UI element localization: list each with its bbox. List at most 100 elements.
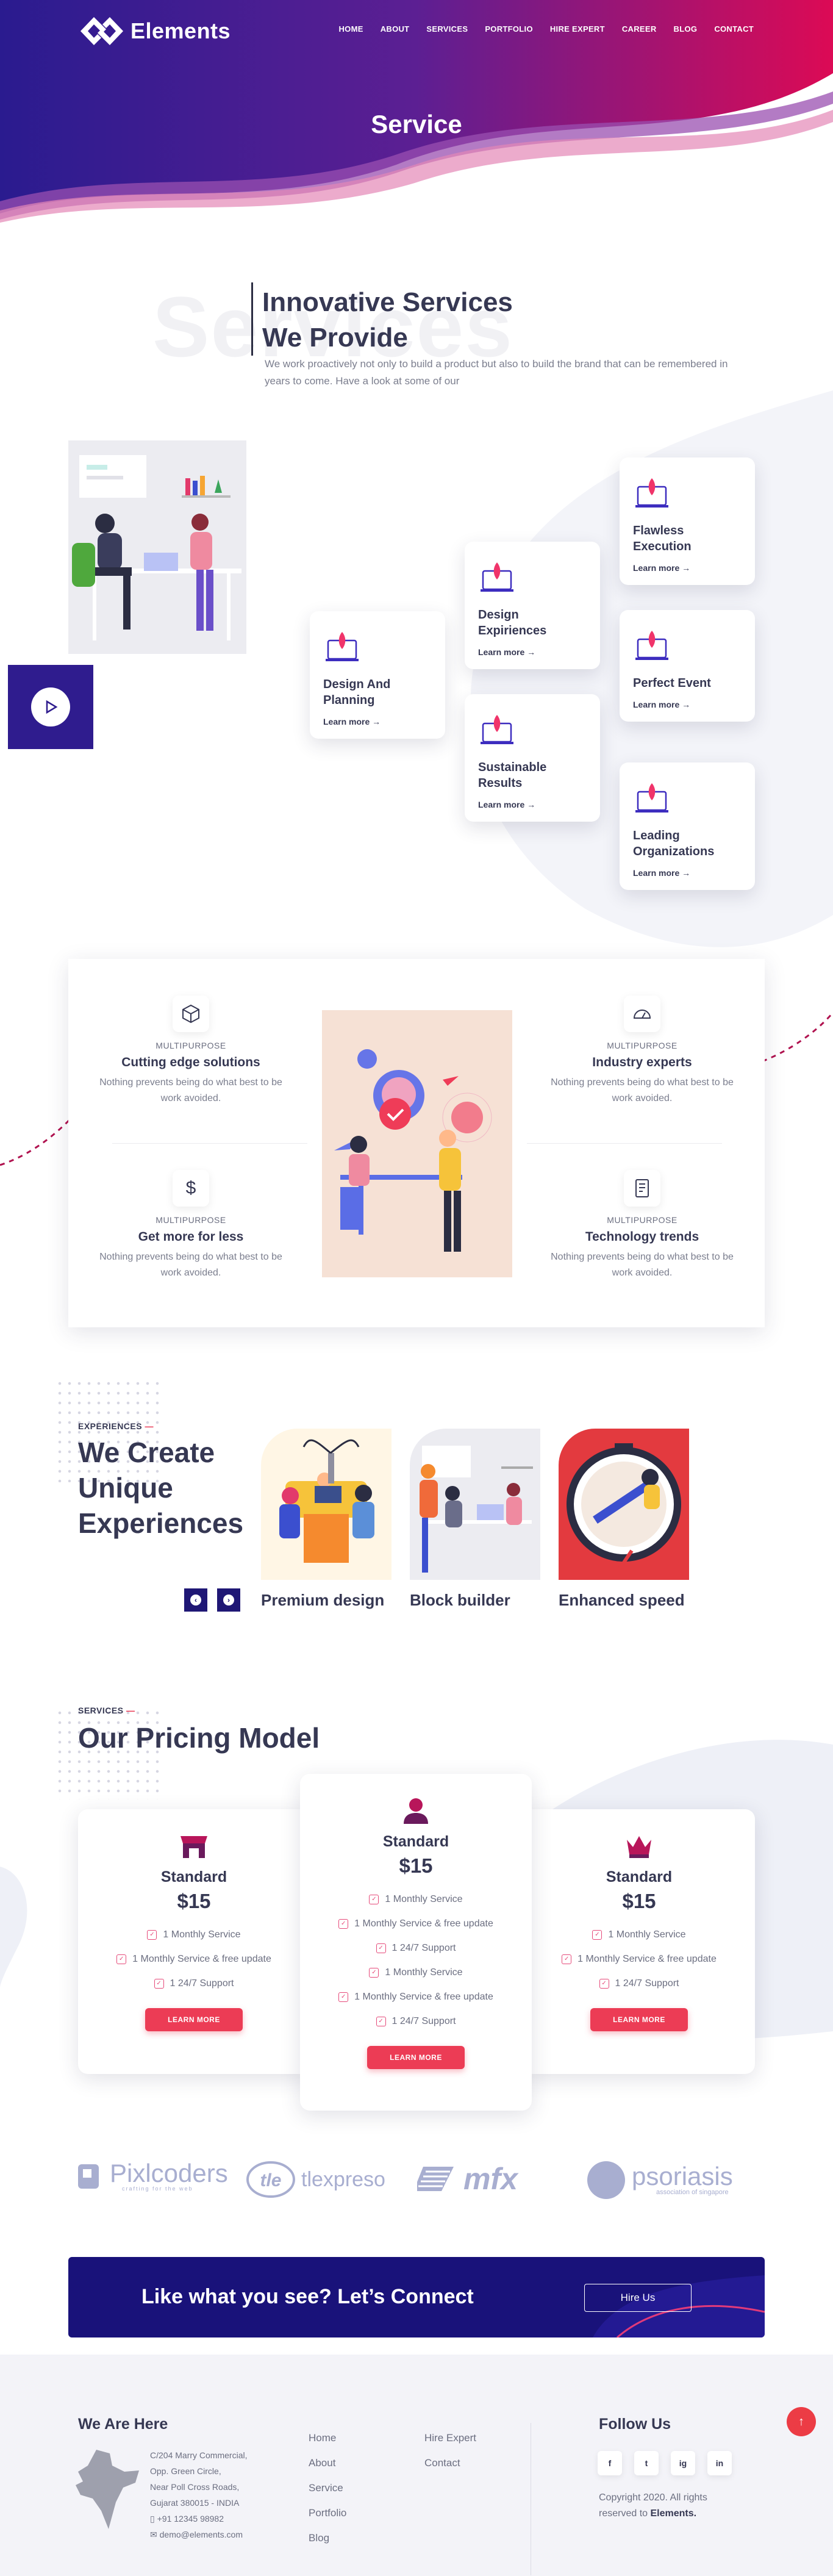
rocket-laptop-icon — [481, 562, 513, 592]
plan-feature: ✓ 1 Monthly Service — [78, 1923, 310, 1947]
user-icon — [404, 1798, 428, 1824]
crown-icon — [627, 1836, 651, 1858]
nav-contact[interactable]: CONTACT — [714, 24, 754, 34]
nav-career[interactable]: CAREER — [622, 24, 657, 34]
arrow-right-icon: › — [223, 1595, 234, 1606]
footer-link-hire-expert[interactable]: Hire Expert — [424, 2425, 476, 2450]
footer-link-portfolio[interactable]: Portfolio — [309, 2500, 346, 2525]
service-card-design-planning[interactable]: Design And Planning Learn more → — [310, 611, 445, 739]
arrow-up-icon: ↑ — [798, 2414, 804, 2428]
experience-card-premium-design[interactable]: Premium design — [261, 1429, 391, 1610]
service-card-sustainable-results[interactable]: Sustainable Results Learn more → — [465, 694, 600, 822]
enhanced-speed-image — [559, 1429, 689, 1580]
service-title: Flawless Execution — [633, 524, 692, 553]
feature-text: Nothing prevents being do what best to b… — [99, 1252, 282, 1278]
footer-link-service[interactable]: Service — [309, 2475, 346, 2500]
footer-link-contact[interactable]: Contact — [424, 2450, 476, 2475]
learn-more-button[interactable]: LEARN MORE — [367, 2046, 465, 2069]
psoriasis-name: psoriasis — [632, 2162, 733, 2190]
client-logo-pixlcoders: Pixlcoders crafting for the web — [76, 2161, 228, 2192]
elements-logo-icon — [80, 17, 123, 45]
footer-link-about[interactable]: About — [309, 2450, 346, 2475]
learn-more-button[interactable]: LEARN MORE — [145, 2008, 243, 2031]
feature-text: Nothing prevents being do what best to b… — [99, 1077, 282, 1103]
nav-home[interactable]: HOME — [338, 24, 363, 34]
feature-tag: MULTIPURPOSE — [156, 1041, 226, 1050]
carousel-next-button[interactable]: › — [217, 1588, 240, 1612]
experience-card-block-builder[interactable]: Block builder — [410, 1429, 540, 1610]
experiences-tag: EXPERIENCES — — [78, 1421, 154, 1431]
footer-link-home[interactable]: Home — [309, 2425, 346, 2450]
plan-price: $15 — [622, 1890, 656, 1912]
linkedin-icon[interactable]: in — [707, 2451, 732, 2475]
carousel-prev-button[interactable]: ‹ — [184, 1588, 207, 1612]
service-card-perfect-event[interactable]: Perfect Event Learn more → — [620, 610, 755, 722]
service-card-leading-organizations[interactable]: Leading Organizations Learn more → — [620, 762, 755, 890]
learn-more-link[interactable]: Learn more → — [633, 700, 690, 709]
nav-services[interactable]: SERVICES — [426, 24, 468, 34]
rocket-laptop-icon — [635, 631, 668, 660]
social-links: f t ig in — [598, 2451, 732, 2475]
heading-line-1: Innovative Services — [262, 287, 513, 317]
check-icon: ✓ — [376, 2017, 386, 2026]
email-address[interactable]: demo@elements.com — [160, 2530, 243, 2539]
page-title: Service — [371, 110, 462, 138]
back-to-top-button[interactable]: ↑ — [787, 2407, 816, 2436]
learn-more-link[interactable]: Learn more → — [633, 563, 690, 573]
copyright-brand: Elements. — [650, 2508, 697, 2519]
nav-about[interactable]: ABOUT — [381, 24, 410, 34]
plan-feature: ✓ 1 Monthly Service & free update — [78, 1947, 310, 1971]
service-card-flawless-execution[interactable]: Flawless Execution Learn more → — [620, 457, 755, 585]
twitter-icon[interactable]: t — [634, 2451, 659, 2475]
plan-name: Standard — [382, 1833, 449, 1850]
feature-title: Industry experts — [592, 1055, 692, 1069]
plan-feature: ✓ 1 Monthly Service & free update — [300, 1985, 532, 2009]
divider — [112, 1143, 307, 1144]
tag-dash: — — [126, 1706, 135, 1715]
play-video-button[interactable] — [8, 665, 93, 749]
intro-section: Services Innovative Services We Provide … — [152, 278, 750, 393]
nav-portfolio[interactable]: PORTFOLIO — [485, 24, 533, 34]
service-card-design-experiences[interactable]: Design Expiriences Learn more → — [465, 542, 600, 669]
learn-more-button[interactable]: LEARN MORE — [590, 2008, 688, 2031]
svg-text:tle: tle — [260, 2170, 281, 2190]
feature-text: Nothing prevents being do what best to b… — [551, 1252, 734, 1278]
store-icon — [181, 1836, 207, 1858]
pixlcoders-icon — [78, 2164, 99, 2189]
instagram-icon[interactable]: ig — [671, 2451, 695, 2475]
plan-name: Standard — [606, 1868, 673, 1885]
check-icon: ✓ — [147, 1930, 157, 1940]
plan-feature-text: 1 Monthly Service — [385, 1967, 463, 1978]
notebook-icon — [624, 1170, 660, 1207]
address-line: Near Poll Cross Roads, — [150, 2482, 240, 2492]
footer: We Are Here C/204 Marry Commercial, Opp.… — [0, 2355, 833, 2576]
nav-hire-expert[interactable]: HIRE EXPERT — [550, 24, 605, 34]
learn-more-link[interactable]: Learn more → — [478, 647, 535, 657]
facebook-icon[interactable]: f — [598, 2451, 622, 2475]
learn-more-link[interactable]: Learn more → — [633, 868, 690, 878]
footer-link-blog[interactable]: Blog — [309, 2525, 346, 2550]
pricing-card-featured: Standard $15 ✓ 1 Monthly Service ✓ 1 Month… — [300, 1774, 532, 2111]
learn-more-link[interactable]: Learn more → — [323, 717, 381, 727]
rocket-laptop-icon — [635, 783, 668, 813]
service-title: Perfect Event — [633, 676, 711, 690]
experience-title: Premium design — [261, 1591, 385, 1609]
cta-banner: Like what you see? Let’s Connect Hire Us — [68, 2257, 765, 2337]
nav-blog[interactable]: BLOG — [674, 24, 698, 34]
phone-number[interactable]: +91 12345 98982 — [157, 2514, 224, 2524]
footer-here-title: We Are Here — [78, 2416, 168, 2433]
feature-tag: MULTIPURPOSE — [607, 1215, 677, 1225]
hire-us-button[interactable]: Hire Us — [584, 2284, 692, 2312]
dollar-icon: $ — [173, 1170, 209, 1207]
check-icon: ✓ — [338, 1992, 349, 2002]
learn-more-link[interactable]: Learn more → — [478, 800, 535, 809]
psoriasis-icon — [587, 2161, 625, 2199]
section-heading: Innovative Services We Provide — [262, 285, 513, 356]
rocket-laptop-icon — [326, 632, 359, 661]
check-icon: ✓ — [154, 1979, 164, 1989]
experience-card-enhanced-speed[interactable]: Enhanced speed — [559, 1429, 689, 1610]
divider — [527, 1143, 722, 1144]
feature-industry-experts: MULTIPURPOSE Industry experts Nothing pr… — [542, 996, 743, 1107]
brand-logo[interactable]: Elements — [80, 15, 231, 48]
features-box: MULTIPURPOSE Cutting edge solutions Noth… — [68, 959, 765, 1327]
